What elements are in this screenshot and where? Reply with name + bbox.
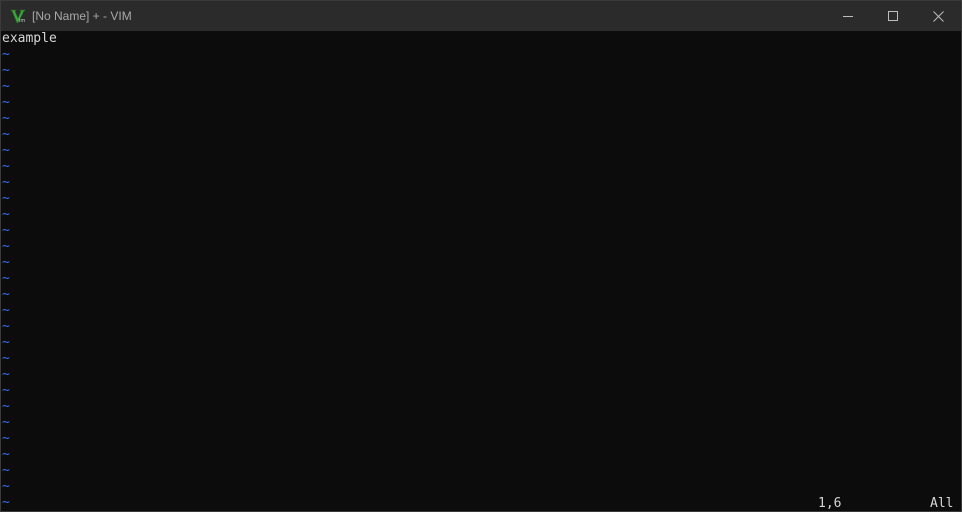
editor-buffer[interactable]: example ~ ~ ~ ~ ~ ~ ~ ~ ~ ~ ~ ~ ~ ~ ~ ~ ~ ~ ~ ~ ~ ~ ~ ~ ~ ~ ~ ~ ~ [1,31,961,510]
empty-lines: ~ ~ ~ ~ ~ ~ ~ ~ ~ ~ ~ ~ ~ ~ ~ ~ ~ ~ ~ ~ ~ ~ ~ ~ ~ ~ ~ ~ ~ [1,47,961,511]
empty-line-marker: ~ [2,319,10,334]
svg-text:im: im [19,18,25,24]
empty-line-marker: ~ [2,223,10,238]
close-icon [932,10,944,22]
empty-line-marker: ~ [2,271,10,286]
maximize-icon [888,11,898,21]
maximize-button[interactable] [870,1,916,31]
ruler: 1,6 All [1,496,961,511]
empty-line-marker: ~ [2,143,10,158]
empty-line-marker: ~ [2,239,10,254]
empty-line-marker: ~ [2,95,10,110]
vim-logo-icon: im [10,9,25,24]
empty-line-marker: ~ [2,47,10,62]
buffer-line[interactable]: example [1,31,961,47]
empty-line-marker: ~ [2,63,10,78]
empty-line-marker: ~ [2,479,10,494]
empty-line-marker: ~ [2,367,10,382]
minimize-button[interactable] [825,1,871,31]
empty-line-marker: ~ [2,207,10,222]
empty-line-marker: ~ [2,399,10,414]
empty-line-marker: ~ [2,351,10,366]
empty-line-marker: ~ [2,191,10,206]
empty-line-marker: ~ [2,335,10,350]
empty-line-marker: ~ [2,415,10,430]
minimize-icon [843,16,853,17]
empty-line-marker: ~ [2,255,10,270]
empty-line-marker: ~ [2,159,10,174]
cursor-position: 1,6 [818,496,842,511]
empty-line-marker: ~ [2,175,10,190]
empty-line-marker: ~ [2,463,10,478]
empty-line-marker: ~ [2,383,10,398]
empty-line-marker: ~ [2,303,10,318]
empty-line-marker: ~ [2,287,10,302]
empty-line-marker: ~ [2,431,10,446]
empty-line-marker: ~ [2,447,10,462]
empty-line-marker: ~ [2,127,10,142]
vim-window: im [No Name] + - VIM example ~ ~ ~ ~ ~ ~ ~ ~ ~ ~ ~… [0,0,962,512]
scroll-position: All [930,496,954,511]
close-button[interactable] [915,1,961,31]
window-title: [No Name] + - VIM [32,9,132,23]
empty-line-marker: ~ [2,111,10,126]
empty-line-marker: ~ [2,79,10,94]
title-bar[interactable]: im [No Name] + - VIM [1,1,961,31]
